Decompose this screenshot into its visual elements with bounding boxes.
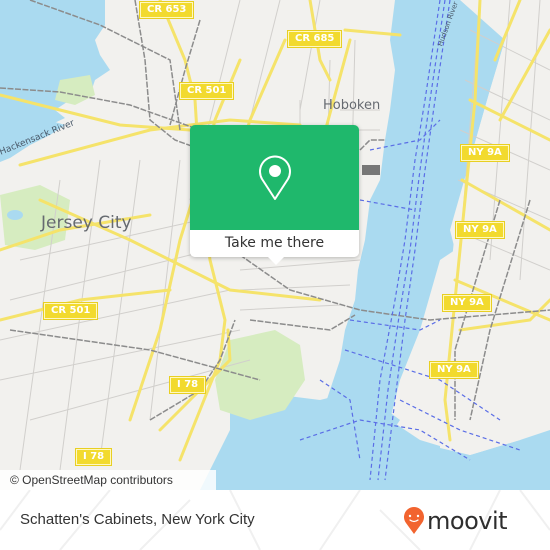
road-label-i-78-east: I 78 xyxy=(170,377,206,393)
road-label-i-78-west: I 78 xyxy=(76,449,112,465)
hoboken-terminal xyxy=(362,165,380,175)
footer-bar: Schatten's Cabinets, New York City moovi… xyxy=(0,490,550,550)
map[interactable]: CR 653 CR 685 CR 501 CR 501 NY 9A NY 9A … xyxy=(0,0,550,490)
lincoln-park-pond xyxy=(7,210,23,220)
moovit-pin-icon xyxy=(404,507,424,534)
take-me-there-button[interactable]: Take me there xyxy=(190,230,359,257)
map-attribution[interactable]: © OpenStreetMap contributors xyxy=(0,470,216,490)
road-label-cr-653: CR 653 xyxy=(140,2,194,18)
map-pin-icon xyxy=(259,155,291,200)
city-label-jersey-city: Jersey City xyxy=(41,213,132,233)
popup-header[interactable] xyxy=(190,125,359,230)
destination-popup[interactable]: Take me there xyxy=(190,125,359,265)
place-name: Schatten's Cabinets, New York City xyxy=(20,511,255,528)
road-label-cr-685: CR 685 xyxy=(288,31,342,47)
road-label-ny-9a-3: NY 9A xyxy=(443,295,491,311)
moovit-wordmark: moovit xyxy=(427,507,508,535)
road-label-cr-501-north: CR 501 xyxy=(180,83,234,99)
road-label-ny-9a-2: NY 9A xyxy=(456,222,504,238)
popup-pointer xyxy=(267,256,285,265)
city-label-hoboken: Hoboken xyxy=(323,98,381,113)
road-label-cr-501-west: CR 501 xyxy=(44,303,98,319)
moovit-logo[interactable]: moovit xyxy=(403,506,508,536)
road-label-ny-9a-1: NY 9A xyxy=(461,145,509,161)
road-label-ny-9a-4: NY 9A xyxy=(430,362,478,378)
